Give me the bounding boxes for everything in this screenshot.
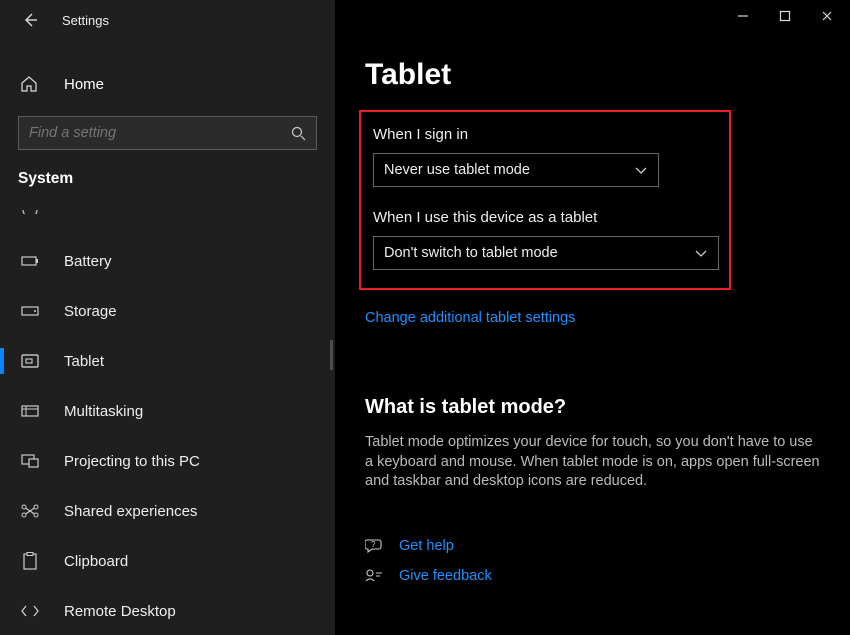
clipboard-icon <box>20 551 40 571</box>
sidebar-item-storage[interactable]: Storage <box>0 286 335 336</box>
help-icon: ? <box>365 538 383 554</box>
scrollbar[interactable] <box>330 340 333 370</box>
sidebar-item-tablet[interactable]: Tablet <box>0 336 335 386</box>
power-icon <box>20 200 40 220</box>
sidebar-item-battery[interactable]: Battery <box>0 236 335 286</box>
sidebar-item-remote[interactable]: Remote Desktop <box>0 586 335 635</box>
storage-icon <box>20 301 40 321</box>
close-button[interactable] <box>820 9 834 23</box>
link-additional-settings[interactable]: Change additional tablet settings <box>365 310 820 326</box>
feedback-icon <box>365 568 383 584</box>
page-title: Tablet <box>365 58 820 92</box>
sidebar-item-clipboard[interactable]: Clipboard <box>0 536 335 586</box>
highlighted-region: When I sign in Never use tablet mode Whe… <box>359 110 731 290</box>
select-device-value: Don't switch to tablet mode <box>384 245 558 261</box>
shared-icon <box>20 501 40 521</box>
sidebar-item-label: Projecting to this PC <box>64 453 200 470</box>
multitasking-icon <box>20 401 40 421</box>
sidebar-item-projecting[interactable]: Projecting to this PC <box>0 436 335 486</box>
minimize-button[interactable] <box>736 9 750 23</box>
sidebar-item-label: Multitasking <box>64 403 143 420</box>
help-heading: What is tablet mode? <box>365 396 820 419</box>
link-give-feedback[interactable]: Give feedback <box>399 568 492 584</box>
sidebar-item-home[interactable]: Home <box>0 64 335 104</box>
sidebar-item-label: Tablet <box>64 353 104 370</box>
remote-icon <box>20 601 40 621</box>
sidebar-nav: x Battery Storage Tablet Multitasking <box>0 200 335 635</box>
search-input[interactable] <box>29 125 291 141</box>
home-icon <box>20 75 40 93</box>
select-signin[interactable]: Never use tablet mode <box>373 153 659 187</box>
sidebar-section-system: System <box>0 150 335 196</box>
back-button[interactable] <box>20 10 40 30</box>
sidebar-item-power-sleep[interactable]: x <box>0 200 335 236</box>
sidebar-item-label: Shared experiences <box>64 503 197 520</box>
battery-icon <box>20 251 40 271</box>
field-label-device: When I use this device as a tablet <box>373 209 717 226</box>
titlebar: Settings <box>0 0 335 40</box>
sidebar: Settings Home System x Battery <box>0 0 335 635</box>
sidebar-item-label: Remote Desktop <box>64 603 176 620</box>
select-signin-value: Never use tablet mode <box>384 162 530 178</box>
sidebar-item-label: Clipboard <box>64 553 128 570</box>
home-label: Home <box>64 76 104 93</box>
main-content: Tablet When I sign in Never use tablet m… <box>335 0 850 635</box>
maximize-button[interactable] <box>778 9 792 23</box>
svg-text:?: ? <box>371 540 376 549</box>
sidebar-item-multitasking[interactable]: Multitasking <box>0 386 335 436</box>
projecting-icon <box>20 451 40 471</box>
help-body: Tablet mode optimizes your device for to… <box>365 433 820 492</box>
search-box[interactable] <box>18 116 317 150</box>
titlebar-title: Settings <box>62 13 109 28</box>
sidebar-item-label: Storage <box>64 303 117 320</box>
link-get-help[interactable]: Get help <box>399 538 454 554</box>
chevron-down-icon <box>634 165 648 175</box>
search-icon <box>291 126 306 141</box>
tablet-icon <box>20 351 40 371</box>
sidebar-item-label: Battery <box>64 253 112 270</box>
sidebar-item-shared[interactable]: Shared experiences <box>0 486 335 536</box>
window-controls <box>365 0 834 32</box>
field-label-signin: When I sign in <box>373 126 717 143</box>
select-device[interactable]: Don't switch to tablet mode <box>373 236 719 270</box>
chevron-down-icon <box>694 248 708 258</box>
